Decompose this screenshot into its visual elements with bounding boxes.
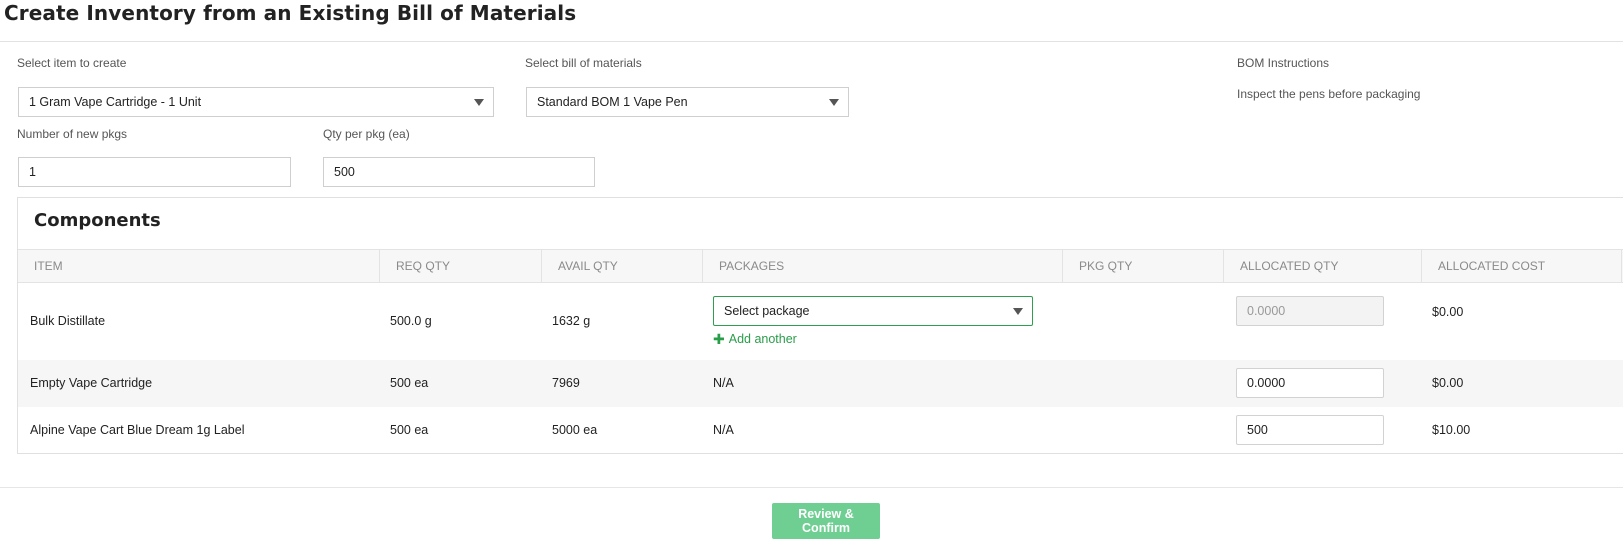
page: Create Inventory from an Existing Bill o…: [0, 0, 1623, 544]
package-select[interactable]: Select package: [713, 296, 1033, 326]
row-packages: N/A: [713, 423, 734, 437]
row-req-qty: 500 ea: [390, 376, 429, 390]
item-select-value: 1 Gram Vape Cartridge - 1 Unit: [29, 95, 202, 109]
item-select[interactable]: 1 Gram Vape Cartridge - 1 Unit: [18, 87, 494, 117]
table-header: ITEM REQ QTY AVAIL QTY PACKAGES PKG QTY …: [18, 249, 1623, 283]
num-pkgs-label: Number of new pkgs: [17, 127, 128, 141]
row-avail-qty: 1632 g: [552, 314, 591, 328]
column-header-allocated-qty[interactable]: ALLOCATED QTY: [1224, 250, 1422, 282]
row-item: Bulk Distillate: [30, 314, 106, 328]
caret-down-icon: [1013, 308, 1023, 315]
num-pkgs-input[interactable]: 1: [18, 157, 291, 187]
plus-icon: ✚: [713, 331, 725, 347]
package-select-value: Select package: [724, 304, 810, 318]
bom-instructions-label: BOM Instructions: [1237, 56, 1330, 70]
components-panel: Components ITEM REQ QTY AVAIL QTY PACKAG…: [17, 197, 1623, 454]
row-allocated-cost: $0.00: [1432, 305, 1464, 319]
add-another-label: Add another: [728, 332, 797, 346]
column-header-req-qty[interactable]: REQ QTY: [380, 250, 542, 282]
row-allocated-cost: $10.00: [1432, 423, 1471, 437]
bom-instructions-text: Inspect the pens before packaging: [1237, 87, 1421, 101]
column-header-allocated-cost[interactable]: ALLOCATED COST: [1422, 250, 1622, 282]
row-item: Empty Vape Cartridge: [30, 376, 153, 390]
bom-select-label: Select bill of materials: [525, 56, 642, 70]
allocated-qty-input[interactable]: 0.0000: [1236, 296, 1384, 326]
row-req-qty: 500 ea: [390, 423, 429, 437]
table-row: Alpine Vape Cart Blue Dream 1g Label 500…: [18, 407, 1623, 454]
footer-divider: [0, 487, 1623, 488]
row-avail-qty: 5000 ea: [552, 423, 598, 437]
page-title: Create Inventory from an Existing Bill o…: [4, 1, 577, 25]
table-row: Bulk Distillate 500.0 g 1632 g Select pa…: [18, 284, 1623, 360]
allocated-qty-input[interactable]: 500: [1236, 415, 1384, 445]
caret-down-icon: [829, 99, 839, 106]
row-req-qty: 500.0 g: [390, 314, 432, 328]
column-header-pkg-qty[interactable]: PKG QTY: [1063, 250, 1224, 282]
header-divider: [0, 41, 1623, 42]
column-header-packages[interactable]: PACKAGES: [703, 250, 1063, 282]
qty-per-pkg-input[interactable]: 500: [323, 157, 595, 187]
table-row: Empty Vape Cartridge 500 ea 7969 N/A 0.0…: [18, 360, 1623, 407]
add-another-link[interactable]: ✚ Add another: [713, 332, 797, 346]
review-confirm-button[interactable]: Review & Confirm: [772, 503, 880, 539]
row-avail-qty: 7969: [552, 376, 580, 390]
row-item: Alpine Vape Cart Blue Dream 1g Label: [30, 423, 245, 437]
item-select-label: Select item to create: [17, 56, 127, 70]
bom-select[interactable]: Standard BOM 1 Vape Pen: [526, 87, 849, 117]
row-allocated-cost: $0.00: [1432, 376, 1464, 390]
allocated-qty-input[interactable]: 0.0000: [1236, 368, 1384, 398]
qty-per-pkg-label: Qty per pkg (ea): [323, 127, 410, 141]
row-packages: N/A: [713, 376, 734, 390]
column-header-avail-qty[interactable]: AVAIL QTY: [542, 250, 703, 282]
caret-down-icon: [474, 99, 484, 106]
column-header-item[interactable]: ITEM: [18, 250, 380, 282]
bom-select-value: Standard BOM 1 Vape Pen: [537, 95, 688, 109]
components-title: Components: [34, 210, 161, 231]
